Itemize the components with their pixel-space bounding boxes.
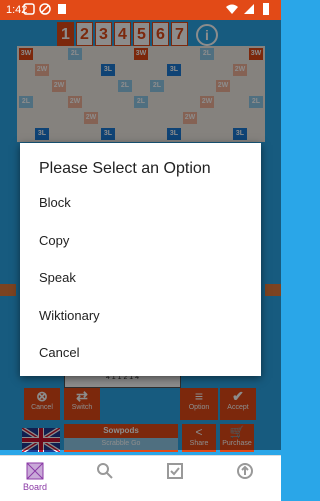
checklist-icon [167,463,183,479]
nav-checklist[interactable] [140,462,210,482]
nav-board-label: Board [22,482,48,492]
sim-icon [58,4,66,14]
nav-board[interactable]: Board [0,462,70,492]
nav-search[interactable] [70,462,140,482]
options-dialog: Please Select an Option Block Copy Speak… [20,143,261,376]
search-icon [97,463,113,479]
status-bar: 1:42 [0,0,281,20]
board-icon [26,462,44,480]
battery-icon [263,3,269,15]
option-block[interactable]: Block [39,195,71,210]
bottom-navigation: Board [0,455,281,501]
dialog-title: Please Select an Option [39,160,211,177]
option-cancel[interactable]: Cancel [39,345,79,360]
option-copy[interactable]: Copy [39,233,69,248]
option-speak[interactable]: Speak [39,270,76,285]
option-wiktionary[interactable]: Wiktionary [39,308,100,323]
upload-icon [237,463,253,479]
notification-icon [23,3,35,15]
wifi-icon [226,4,238,14]
nav-upload[interactable] [210,462,280,482]
signal-icon [244,4,254,14]
vpn-icon [39,3,51,15]
